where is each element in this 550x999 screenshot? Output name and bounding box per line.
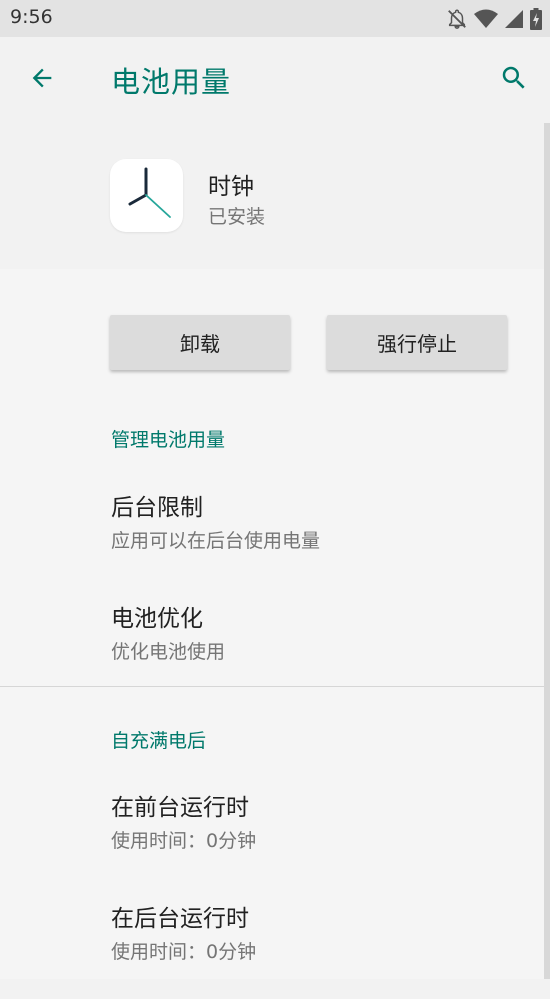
cellular-signal-icon bbox=[504, 9, 524, 29]
battery-charging-icon bbox=[530, 8, 542, 30]
app-install-status: 已安装 bbox=[208, 206, 266, 228]
status-icons bbox=[446, 8, 542, 30]
pref-foreground-usage[interactable]: 在前台运行时 使用时间：0分钟 bbox=[0, 788, 544, 888]
pref-background-usage[interactable]: 在后台运行时 使用时间：0分钟 bbox=[0, 899, 544, 999]
notifications-off-icon bbox=[446, 8, 468, 30]
search-button[interactable] bbox=[492, 58, 536, 102]
pref-battery-optimization[interactable]: 电池优化 优化电池使用 bbox=[0, 599, 544, 699]
section-header-since-full-charge: 自充满电后 bbox=[111, 730, 207, 752]
arrow-back-icon bbox=[28, 64, 56, 96]
pref-summary: 使用时间：0分钟 bbox=[111, 830, 257, 852]
status-time: 9:56 bbox=[10, 6, 53, 28]
back-button[interactable] bbox=[20, 58, 64, 102]
force-stop-button[interactable]: 强行停止 bbox=[327, 315, 507, 370]
section-divider bbox=[0, 686, 544, 687]
pref-title: 后台限制 bbox=[111, 495, 203, 521]
page-title: 电池用量 bbox=[111, 65, 232, 99]
pref-summary: 优化电池使用 bbox=[111, 641, 226, 663]
app-name: 时钟 bbox=[208, 174, 254, 200]
uninstall-button[interactable]: 卸载 bbox=[110, 315, 290, 370]
wifi-icon bbox=[474, 9, 498, 29]
section-header-manage-battery: 管理电池用量 bbox=[111, 429, 226, 451]
pref-summary: 使用时间：0分钟 bbox=[111, 941, 257, 963]
app-bar: 电池用量 bbox=[0, 37, 550, 123]
pref-title: 在后台运行时 bbox=[111, 906, 249, 932]
app-header: 时钟 已安装 bbox=[0, 123, 550, 269]
pref-title: 在前台运行时 bbox=[111, 795, 249, 821]
search-icon bbox=[499, 63, 529, 97]
scrollbar[interactable] bbox=[544, 123, 550, 979]
status-bar: 9:56 bbox=[0, 0, 550, 37]
pref-background-restriction[interactable]: 后台限制 应用可以在后台使用电量 bbox=[0, 488, 544, 588]
pref-title: 电池优化 bbox=[111, 606, 203, 632]
clock-app-icon bbox=[110, 159, 183, 232]
pref-summary: 应用可以在后台使用电量 bbox=[111, 530, 321, 552]
main-content: 卸载 强行停止 管理电池用量 后台限制 应用可以在后台使用电量 电池优化 优化电… bbox=[0, 269, 550, 979]
